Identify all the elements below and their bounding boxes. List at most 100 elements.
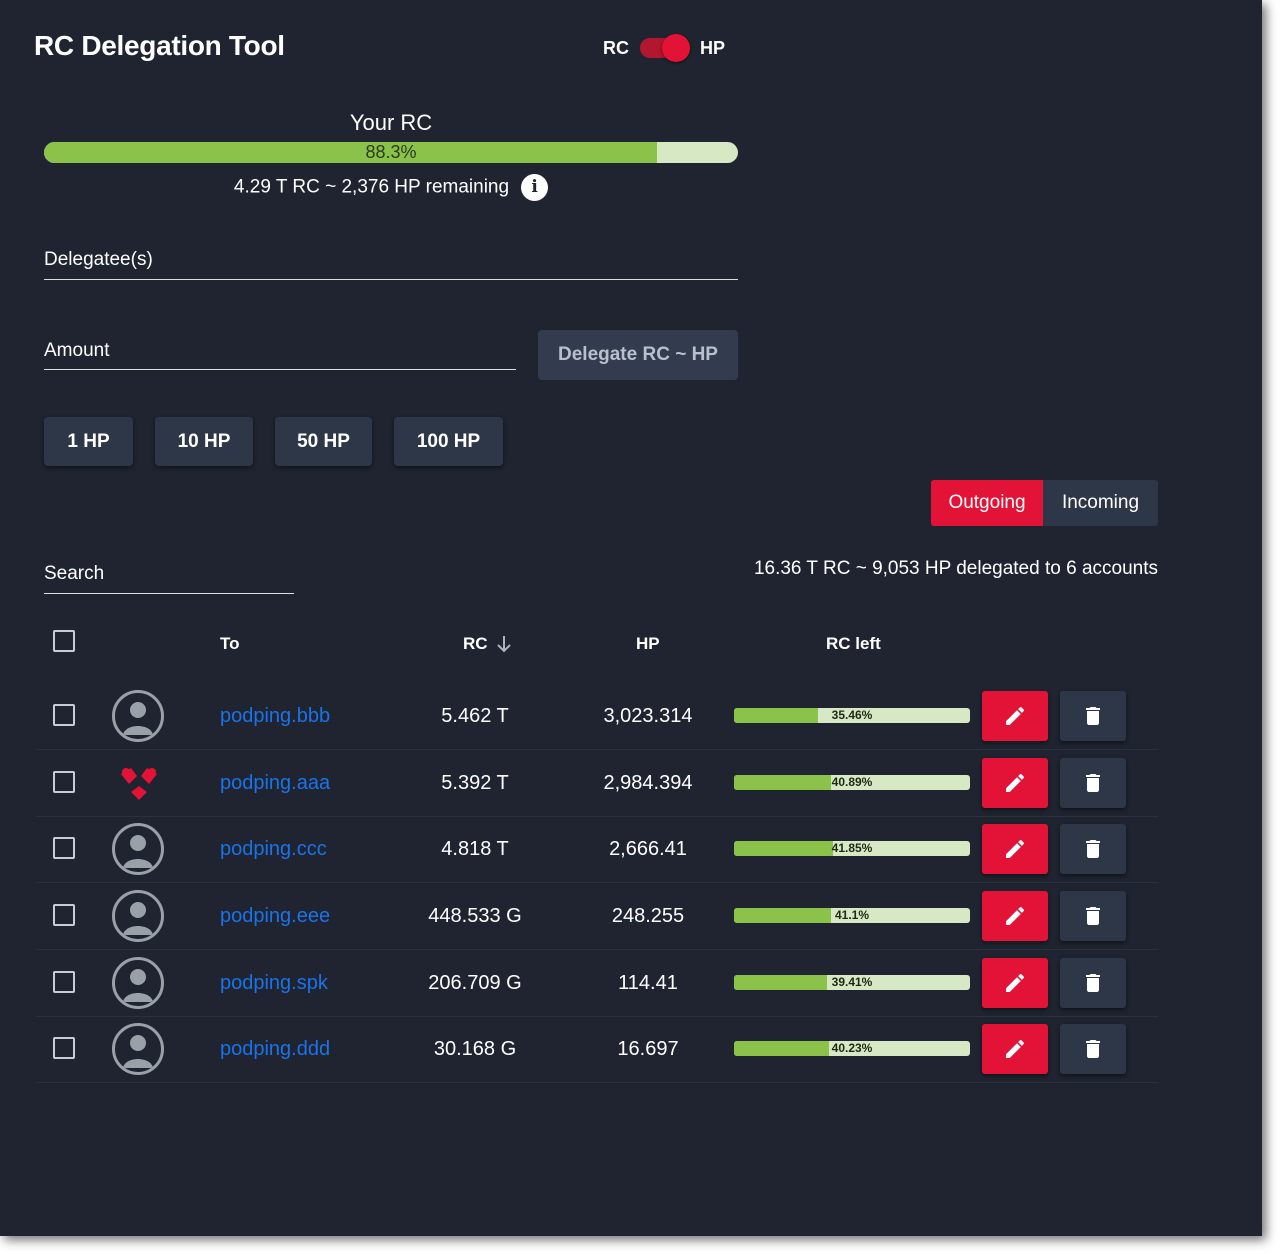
delegatees-input[interactable] xyxy=(44,240,738,280)
edit-button[interactable] xyxy=(982,1024,1048,1074)
default-user-icon xyxy=(123,702,153,735)
row-rc-left-bar: 40.23% xyxy=(734,1041,970,1056)
rc-remaining-line: 4.29 T RC ~ 2,376 HP remaining i xyxy=(44,174,738,201)
row-rc-value: 4.818 T xyxy=(441,838,509,860)
row-account-link[interactable]: podping.bbb xyxy=(220,705,330,728)
delete-button[interactable] xyxy=(1060,958,1126,1008)
quick-amount-100hp-button[interactable]: 100 HP xyxy=(394,417,503,466)
edit-button[interactable] xyxy=(982,958,1048,1008)
default-user-icon xyxy=(123,835,153,868)
edit-button[interactable] xyxy=(982,691,1048,741)
row-divider xyxy=(36,1082,1158,1083)
row-rc-value: 30.168 G xyxy=(433,1038,517,1060)
row-account-link[interactable]: podping.aaa xyxy=(220,772,330,795)
info-icon[interactable]: i xyxy=(521,174,549,201)
trash-icon xyxy=(1086,1040,1100,1058)
trash-icon xyxy=(1086,974,1100,992)
row-checkbox[interactable] xyxy=(53,771,75,793)
column-header-rc[interactable]: RC xyxy=(463,634,512,654)
amount-underline xyxy=(44,369,516,370)
column-header-to[interactable]: To xyxy=(220,634,240,654)
edit-pencil-icon xyxy=(1006,706,1025,725)
row-checkbox[interactable] xyxy=(53,837,75,859)
row-rc-value: 5.462 T xyxy=(441,705,509,727)
delete-button[interactable] xyxy=(1060,824,1126,874)
row-checkbox[interactable] xyxy=(53,904,75,926)
edit-button[interactable] xyxy=(982,891,1048,941)
row-avatar xyxy=(112,957,164,1009)
row-rc-left-bar: 41.1% xyxy=(734,908,970,923)
tab-outgoing[interactable]: Outgoing xyxy=(931,480,1043,526)
row-rc-value: 448.533 G xyxy=(428,905,522,927)
row-divider xyxy=(36,949,1158,950)
row-hp-value: 16.697 xyxy=(617,1038,679,1060)
delete-button[interactable] xyxy=(1060,758,1126,808)
amount-input[interactable] xyxy=(44,330,516,370)
delegate-button[interactable]: Delegate RC ~ HP xyxy=(538,330,738,380)
tab-incoming[interactable]: Incoming xyxy=(1043,480,1158,526)
edit-pencil-icon xyxy=(1006,839,1025,858)
edit-pencil-icon xyxy=(1006,1039,1025,1058)
row-avatar xyxy=(113,758,165,810)
search-underline xyxy=(44,593,294,594)
toggle-rc-label: RC xyxy=(603,38,629,58)
row-divider xyxy=(36,816,1158,817)
trash-icon xyxy=(1086,707,1100,725)
delegatees-underline xyxy=(44,279,738,280)
row-hp-value: 2,984.394 xyxy=(603,772,693,794)
trash-icon xyxy=(1086,840,1100,858)
row-account-link[interactable]: podping.spk xyxy=(220,972,328,995)
app-panel: RC Delegation Tool RC HP Your RC 88.3% 4… xyxy=(0,0,1262,1236)
row-rc-left-label: 40.23% xyxy=(831,1041,873,1055)
row-divider xyxy=(36,749,1158,750)
row-avatar xyxy=(112,823,164,875)
row-hp-value: 114.41 xyxy=(618,972,678,994)
row-account-link[interactable]: podping.ccc xyxy=(220,838,327,861)
quick-amount-50hp-button[interactable]: 50 HP xyxy=(275,417,372,466)
column-header-rc-left[interactable]: RC left xyxy=(826,634,881,654)
row-rc-left-label: 40.89% xyxy=(831,775,873,789)
column-header-hp[interactable]: HP xyxy=(636,634,660,654)
row-rc-left-label: 41.85% xyxy=(831,841,873,855)
edit-pencil-icon xyxy=(1006,773,1025,792)
row-checkbox[interactable] xyxy=(53,1037,75,1059)
row-rc-left-bar: 39.41% xyxy=(734,975,970,990)
your-rc-title: Your RC xyxy=(349,110,433,135)
default-user-icon xyxy=(123,969,153,1002)
edit-pencil-icon xyxy=(1006,973,1025,992)
row-rc-left-label: 39.41% xyxy=(831,975,873,989)
row-rc-left-label: 41.1% xyxy=(834,908,870,922)
default-user-icon xyxy=(123,1035,153,1068)
row-rc-left-label: 35.46% xyxy=(831,708,873,722)
search-input[interactable] xyxy=(44,554,294,594)
row-rc-left-bar: 40.89% xyxy=(734,775,970,790)
row-account-link[interactable]: podping.ddd xyxy=(220,1038,330,1061)
delete-button[interactable] xyxy=(1060,891,1126,941)
row-avatar xyxy=(112,690,164,742)
delegation-summary: 16.36 T RC ~ 9,053 HP delegated to 6 acc… xyxy=(753,558,1158,579)
quick-amount-1hp-button[interactable]: 1 HP xyxy=(44,417,133,466)
row-checkbox[interactable] xyxy=(53,704,75,726)
toggle-knob[interactable] xyxy=(662,34,690,62)
row-divider xyxy=(36,1016,1158,1017)
trash-icon xyxy=(1086,907,1100,925)
delete-button[interactable] xyxy=(1060,1024,1126,1074)
edit-button[interactable] xyxy=(982,824,1048,874)
quick-amount-10hp-button[interactable]: 10 HP xyxy=(155,417,253,466)
edit-pencil-icon xyxy=(1006,906,1025,925)
podping-logo-icon xyxy=(121,768,157,800)
select-all-checkbox[interactable] xyxy=(53,630,75,652)
edit-button[interactable] xyxy=(982,758,1048,808)
row-rc-left-bar: 35.46% xyxy=(734,708,970,723)
rc-progress-label: 88.3% xyxy=(365,142,417,162)
row-checkbox[interactable] xyxy=(53,971,75,993)
delete-button[interactable] xyxy=(1060,691,1126,741)
rc-progress-bar: 88.3% xyxy=(44,142,738,163)
trash-icon xyxy=(1086,774,1100,792)
row-account-link[interactable]: podping.eee xyxy=(220,905,330,928)
toggle-hp-label: HP xyxy=(700,38,726,58)
row-avatar xyxy=(112,890,164,942)
column-header-rc-label: RC xyxy=(463,634,488,653)
row-hp-value: 2,666.41 xyxy=(609,838,687,860)
row-avatar xyxy=(112,1023,164,1075)
